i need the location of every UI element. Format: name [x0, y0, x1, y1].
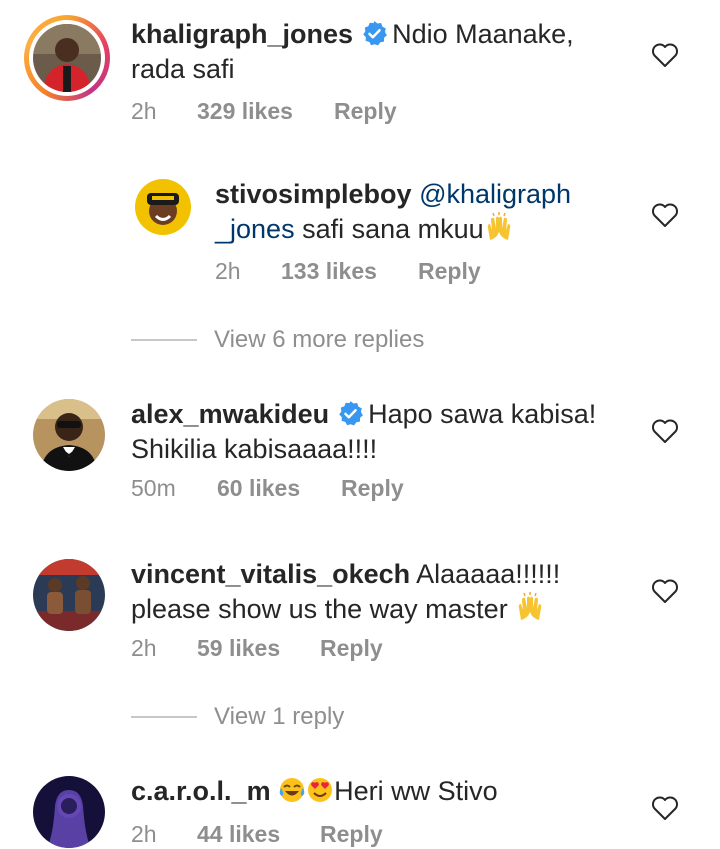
raising-hands-icon: [518, 592, 542, 620]
likes-count[interactable]: 60 likes: [217, 474, 341, 502]
username[interactable]: khaligraph_jones: [131, 19, 353, 49]
comment-text: vincent_vitalis_okech Alaaaaa!!!!!! plea…: [131, 557, 641, 627]
story-ring[interactable]: [24, 15, 110, 101]
view-more-replies-button[interactable]: View 6 more replies: [214, 325, 424, 355]
comment-body: Alaaaaa!!!!!!: [416, 559, 561, 589]
like-heart-icon[interactable]: [651, 578, 679, 604]
comment-meta: 2h 133 likes Reply: [215, 257, 481, 285]
avatar[interactable]: [33, 776, 105, 848]
comment-body: Ndio Maanake,: [392, 19, 574, 49]
reply-button[interactable]: Reply: [341, 474, 404, 502]
avatar[interactable]: [33, 399, 105, 471]
avatar[interactable]: [33, 559, 105, 631]
reply-button[interactable]: Reply: [418, 257, 481, 285]
view-more-replies-button[interactable]: View 1 reply: [214, 702, 344, 732]
username[interactable]: alex_mwakideu: [131, 399, 329, 429]
raising-hands-icon: [487, 212, 510, 240]
tears-of-joy-icon: [279, 778, 305, 802]
comment-body: safi sana mkuu: [294, 214, 484, 244]
likes-count[interactable]: 44 likes: [197, 820, 320, 848]
comment-meta: 2h 59 likes Reply: [131, 634, 383, 662]
comment-meta: 2h 329 likes Reply: [131, 97, 397, 125]
reply-button[interactable]: Reply: [320, 634, 383, 662]
verified-badge-icon: [363, 21, 387, 46]
comment-text: c.a.r.o.l._m Heri ww Stivo: [131, 774, 641, 809]
timestamp: 2h: [215, 258, 241, 284]
mention-link[interactable]: @khaligraph: [419, 179, 571, 209]
comment-alex: alex_mwakideu Hapo sawa kabisa! Shikilia …: [0, 380, 720, 520]
likes-count[interactable]: 329 likes: [197, 97, 334, 125]
comment-vincent: vincent_vitalis_okech Alaaaaa!!!!!! plea…: [0, 540, 720, 680]
reply-stivosimpleboy: stivosimpleboy @khaligraph _jones safi s…: [0, 160, 720, 300]
username[interactable]: c.a.r.o.l._m: [131, 776, 271, 806]
likes-count[interactable]: 133 likes: [281, 257, 418, 285]
verified-badge-icon: [339, 401, 363, 426]
username[interactable]: stivosimpleboy: [215, 179, 412, 209]
like-heart-icon[interactable]: [651, 202, 679, 228]
comment-text: alex_mwakideu Hapo sawa kabisa! Shikilia …: [131, 397, 641, 467]
view-replies-divider: [131, 339, 197, 341]
username[interactable]: vincent_vitalis_okech: [131, 559, 410, 589]
comment-body: Heri ww Stivo: [334, 776, 498, 806]
comment-meta: 2h 44 likes Reply: [131, 820, 383, 848]
like-heart-icon[interactable]: [651, 418, 679, 444]
comment-body: Hapo sawa kabisa!: [368, 399, 597, 429]
avatar[interactable]: [135, 179, 191, 235]
comment-meta: 50m 60 likes Reply: [131, 474, 404, 502]
comment-text: stivosimpleboy @khaligraph _jones safi s…: [215, 177, 635, 247]
comment-body-2: rada safi: [131, 54, 235, 84]
like-heart-icon[interactable]: [651, 795, 679, 821]
reply-button[interactable]: Reply: [334, 97, 397, 125]
timestamp: 2h: [131, 635, 157, 661]
timestamp: 50m: [131, 475, 176, 501]
avatar[interactable]: [33, 24, 101, 92]
timestamp: 2h: [131, 821, 157, 847]
comment-body-2: please show us the way master: [131, 594, 516, 624]
mention-link-2[interactable]: _jones: [215, 214, 295, 244]
heart-eyes-icon: [308, 778, 333, 802]
comment-text: khaligraph_jones Ndio Maanake, rada safi: [131, 17, 641, 87]
comment-carol: c.a.r.o.l._m Heri ww Stivo 2h 44 likes Rep…: [0, 757, 720, 849]
likes-count[interactable]: 59 likes: [197, 634, 320, 662]
like-heart-icon[interactable]: [651, 42, 679, 68]
comment-khaligraph: khaligraph_jones Ndio Maanake, rada safi …: [0, 0, 720, 140]
timestamp: 2h: [131, 98, 157, 124]
reply-button[interactable]: Reply: [320, 820, 383, 848]
comment-body-2: Shikilia kabisaaaa!!!!: [131, 434, 378, 464]
view-replies-divider: [131, 716, 197, 718]
